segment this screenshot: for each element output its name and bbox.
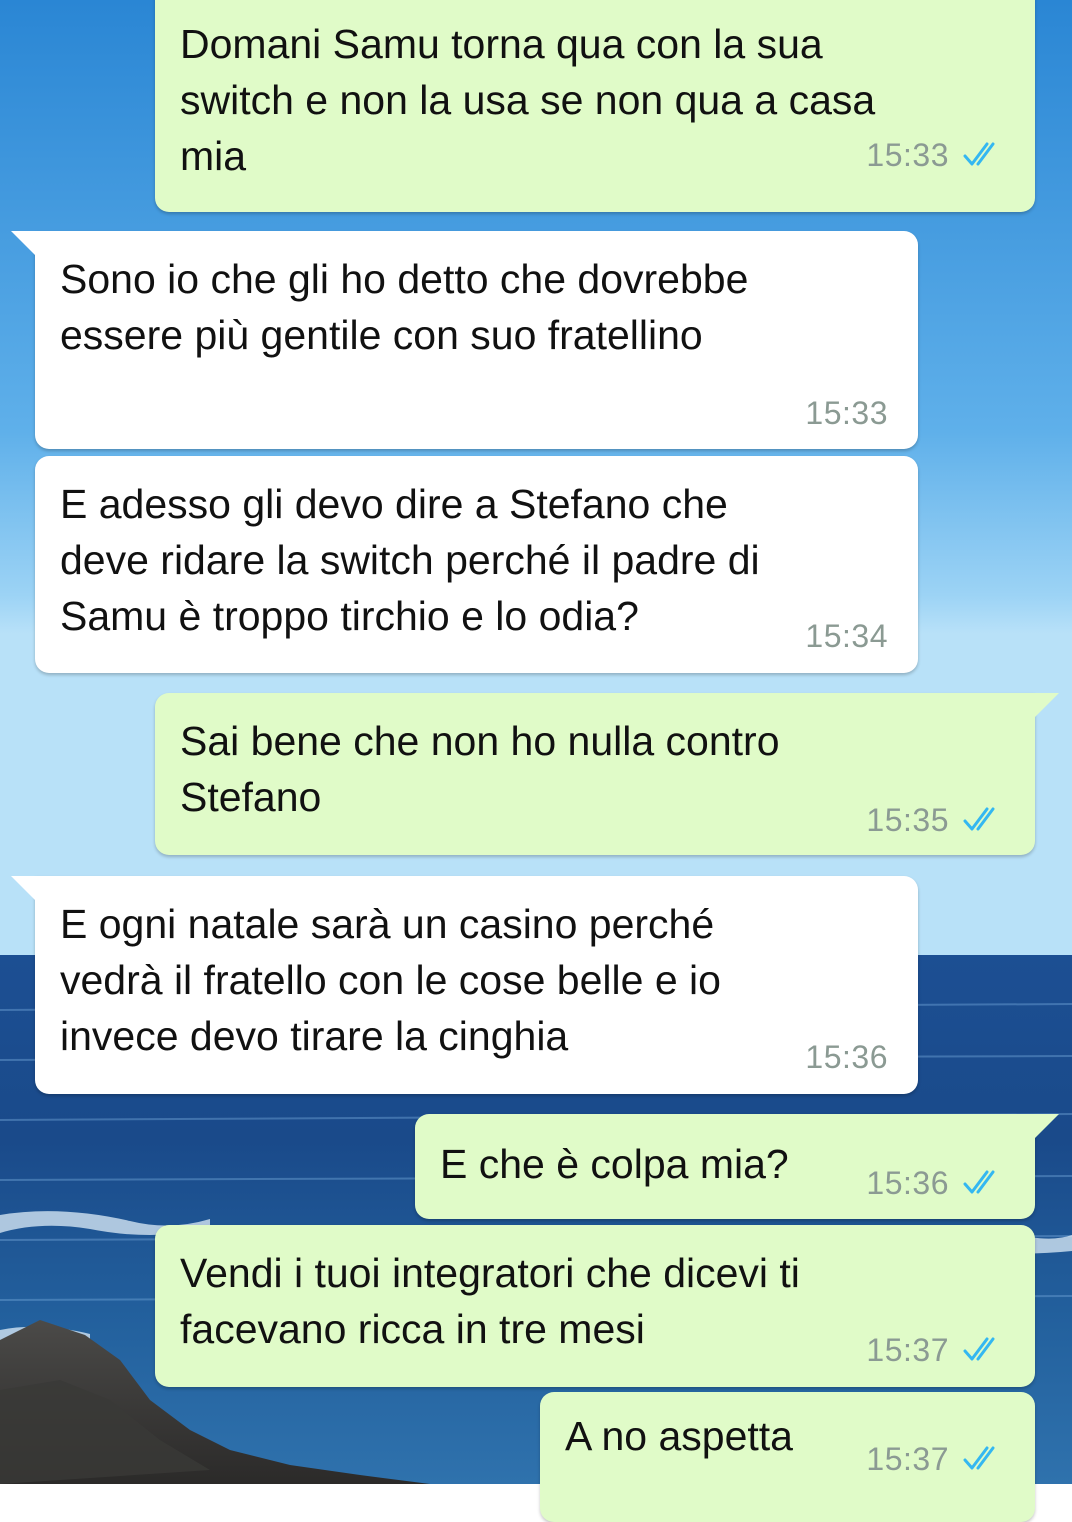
double-check-icon <box>963 807 995 831</box>
double-check-icon <box>963 142 995 166</box>
message-timestamp: 15:34 <box>805 617 888 654</box>
double-check-icon <box>963 1170 995 1194</box>
message-meta: 15:36 <box>805 1038 888 1075</box>
message-timestamp: 15:33 <box>866 136 949 173</box>
message-text: Vendi i tuoi integratori che dicevi ti f… <box>180 1250 800 1352</box>
message-meta: 15:37 <box>866 1440 1001 1477</box>
bubble-tail <box>1035 693 1059 717</box>
message-meta: 15:37 <box>866 1331 1001 1368</box>
message-timestamp: 15:36 <box>866 1164 949 1201</box>
message-text: E ogni natale sarà un casino perché vedr… <box>60 901 721 1059</box>
message-text: E adesso gli devo dire a Stefano che dev… <box>60 481 760 639</box>
message-bubble-incoming[interactable]: E adesso gli devo dire a Stefano che dev… <box>35 456 918 673</box>
message-text: Sai bene che non ho nulla contro Stefano <box>180 718 780 820</box>
bubble-tail <box>11 231 35 255</box>
message-timestamp: 15:36 <box>805 1038 888 1075</box>
message-timestamp: 15:37 <box>866 1331 949 1368</box>
message-text: E che è colpa mia? <box>440 1141 789 1187</box>
message-meta: 15:33 <box>866 136 1001 173</box>
message-timestamp: 15:33 <box>805 394 888 431</box>
message-timestamp: 15:35 <box>866 801 949 838</box>
message-text: A no aspetta <box>565 1413 793 1459</box>
message-bubble-outgoing[interactable]: Domani Samu torna qua con la sua switch … <box>155 0 1035 212</box>
message-meta: 15:35 <box>866 801 1001 838</box>
message-bubble-outgoing[interactable]: Sai bene che non ho nulla contro Stefano… <box>155 693 1059 855</box>
message-timestamp: 15:37 <box>866 1440 949 1477</box>
message-bubble-incoming[interactable]: Sono io che gli ho detto che dovrebbe es… <box>11 231 918 449</box>
message-bubble-incoming[interactable]: E ogni natale sarà un casino perché vedr… <box>11 876 918 1094</box>
double-check-icon <box>963 1337 995 1361</box>
message-bubble-outgoing[interactable]: E che è colpa mia? 15:36 <box>415 1114 1059 1219</box>
message-meta: 15:33 <box>805 394 888 431</box>
double-check-icon <box>963 1446 995 1470</box>
message-text: Sono io che gli ho detto che dovrebbe es… <box>60 256 749 358</box>
message-meta: 15:34 <box>805 617 888 654</box>
message-bubble-outgoing[interactable]: A no aspetta 15:37 <box>540 1392 1035 1522</box>
message-bubble-outgoing[interactable]: Vendi i tuoi integratori che dicevi ti f… <box>155 1225 1035 1387</box>
bubble-tail <box>1035 1114 1059 1138</box>
bubble-tail <box>11 876 35 900</box>
message-meta: 15:36 <box>866 1164 1001 1201</box>
message-text: Domani Samu torna qua con la sua switch … <box>180 21 876 179</box>
